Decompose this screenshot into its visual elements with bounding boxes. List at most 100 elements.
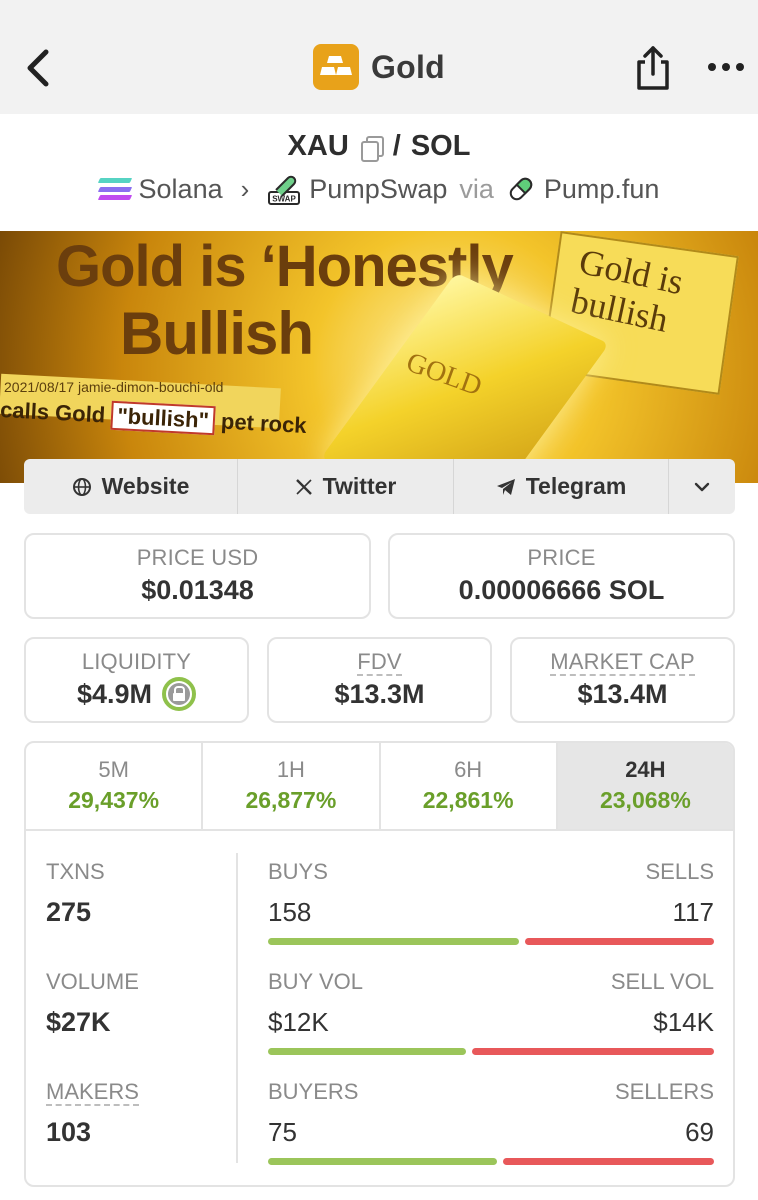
clip-text-post: pet rock [214,408,308,439]
sells-label: SELLS [645,859,715,884]
telegram-icon [496,478,515,495]
sell-bar [525,938,714,945]
stats-panel: 5M 29,437% 1H 26,877% 6H 22,861% 24H 23,… [24,741,735,1187]
fdv-value: $13.3M [334,679,425,709]
liquidity-label: LIQUIDITY [81,649,192,674]
price-change: 23,068% [599,787,691,813]
more-links-dropdown[interactable] [669,459,735,514]
price-native-label: PRICE [527,545,596,570]
sell-vol-bar [472,1048,714,1055]
sellers-bar [503,1158,714,1165]
sells-value: 117 [672,897,714,927]
gold-bars-icon [312,44,359,90]
buyers-label: BUYERS [268,1079,359,1104]
buy-bar [268,938,519,945]
buyers-ratio-bar [268,1158,714,1165]
price-usd-label: PRICE USD [136,545,259,570]
tab-label: 1H [276,757,305,782]
banner-clip-date: 2021/08/17 jamie-dimon-bouchi-old [4,379,224,395]
tab-5m[interactable]: 5M 29,437% [26,743,204,829]
chain-breadcrumb: Solana › SWAP PumpSwap via Pump.fun [0,172,758,206]
market-cap-card: MARKET CAP $13.4M [510,637,735,723]
share-icon [637,46,669,90]
quote-symbol: SOL [410,130,471,162]
via-label: via [459,173,494,204]
makers-value: 103 [46,1117,92,1147]
txn-stats: TXNS 275 VOLUME $27K MAKERS 103 BUYS SEL… [26,831,733,1185]
sellers-label: SELLERS [614,1079,714,1104]
buys-label: BUYS [268,859,328,884]
telegram-label: Telegram [525,473,627,499]
price-native-value: 0.00006666 SOL [458,575,665,605]
chain-link[interactable]: Solana [139,174,223,205]
buys-sells-ratio-bar [268,938,714,945]
sell-vol-label: SELL VOL [610,969,714,994]
telegram-button[interactable]: Telegram [454,459,669,514]
pair-separator: / [392,130,401,162]
tab-24h[interactable]: 24H 23,068% [557,743,733,829]
tab-label: 24H [625,757,666,782]
more-dot [722,63,730,71]
svg-text:SWAP: SWAP [273,195,297,204]
x-logo-icon [295,478,312,495]
launchpad-link[interactable]: Pump.fun [544,174,660,205]
page-title: Gold [370,48,446,85]
liquidity-value: $4.9M [76,678,153,709]
price-change: 22,861% [422,787,514,813]
market-cap-value: $13.4M [577,679,668,709]
globe-icon [72,477,91,496]
price-usd-card: PRICE USD $0.01348 [24,533,371,619]
makers-stat: MAKERS 103 [46,1079,139,1148]
buyers-bar [268,1158,497,1165]
more-dot [708,63,716,71]
lock-icon[interactable] [162,677,197,711]
timeframe-tabs: 5M 29,437% 1H 26,877% 6H 22,861% 24H 23,… [26,743,733,831]
pumpswap-icon: SWAP [268,175,301,205]
copy-icon[interactable] [359,134,384,162]
tab-1h[interactable]: 1H 26,877% [203,743,381,829]
liquidity-card: LIQUIDITY $4.9M [24,637,249,723]
chevron-down-icon [694,482,710,491]
tab-label: 6H [454,757,483,782]
market-cap-label[interactable]: MARKET CAP [550,649,695,676]
twitter-button[interactable]: Twitter [238,459,454,514]
base-symbol: XAU [287,130,349,162]
tab-6h[interactable]: 6H 22,861% [381,743,558,829]
sellers-value: 69 [685,1117,714,1147]
buy-vol-bar [268,1048,466,1055]
more-dot [736,63,744,71]
share-button[interactable] [634,44,672,92]
dex-link[interactable]: PumpSwap [309,174,447,205]
volume-ratio-bar [268,1048,714,1055]
twitter-label: Twitter [322,473,397,499]
txns-label: TXNS [46,859,105,884]
pumpfun-icon [509,177,533,201]
tab-label: 5M [98,757,129,782]
chevron-right-icon: › [240,173,250,204]
volume-stat: VOLUME $27K [46,969,139,1038]
token-banner-image: Gold is bullish Gold is ‘Honestly Bullis… [0,231,758,483]
buy-vol-value: $12K [268,1007,329,1037]
buys-sells-row: BUYS SELLS 158 117 [268,859,714,945]
price-usd-value: $0.01348 [141,575,254,605]
website-button[interactable]: Website [24,459,238,514]
more-button[interactable] [706,52,746,82]
website-label: Website [101,473,190,499]
sell-vol-value: $14K [653,1007,714,1037]
solana-icon [97,176,132,202]
volume-value: $27K [46,1007,111,1037]
makers-label[interactable]: MAKERS [46,1079,139,1106]
top-nav-bar: Gold [0,0,758,114]
fdv-label[interactable]: FDV [357,649,402,676]
buyers-sellers-row: BUYERS SELLERS 75 69 [268,1079,714,1165]
buys-value: 158 [268,897,312,927]
social-links-bar: Website Twitter Telegram [24,459,735,514]
volume-label: VOLUME [46,969,139,994]
buy-vol-label: BUY VOL [268,969,363,994]
clip-text-pre: calls Gold [0,396,113,428]
stats-divider [236,853,238,1163]
txns-value: 275 [46,897,92,927]
banner-headline-2: Bullish [120,300,314,367]
price-change: 26,877% [245,787,337,813]
volume-row: BUY VOL SELL VOL $12K $14K [268,969,714,1055]
